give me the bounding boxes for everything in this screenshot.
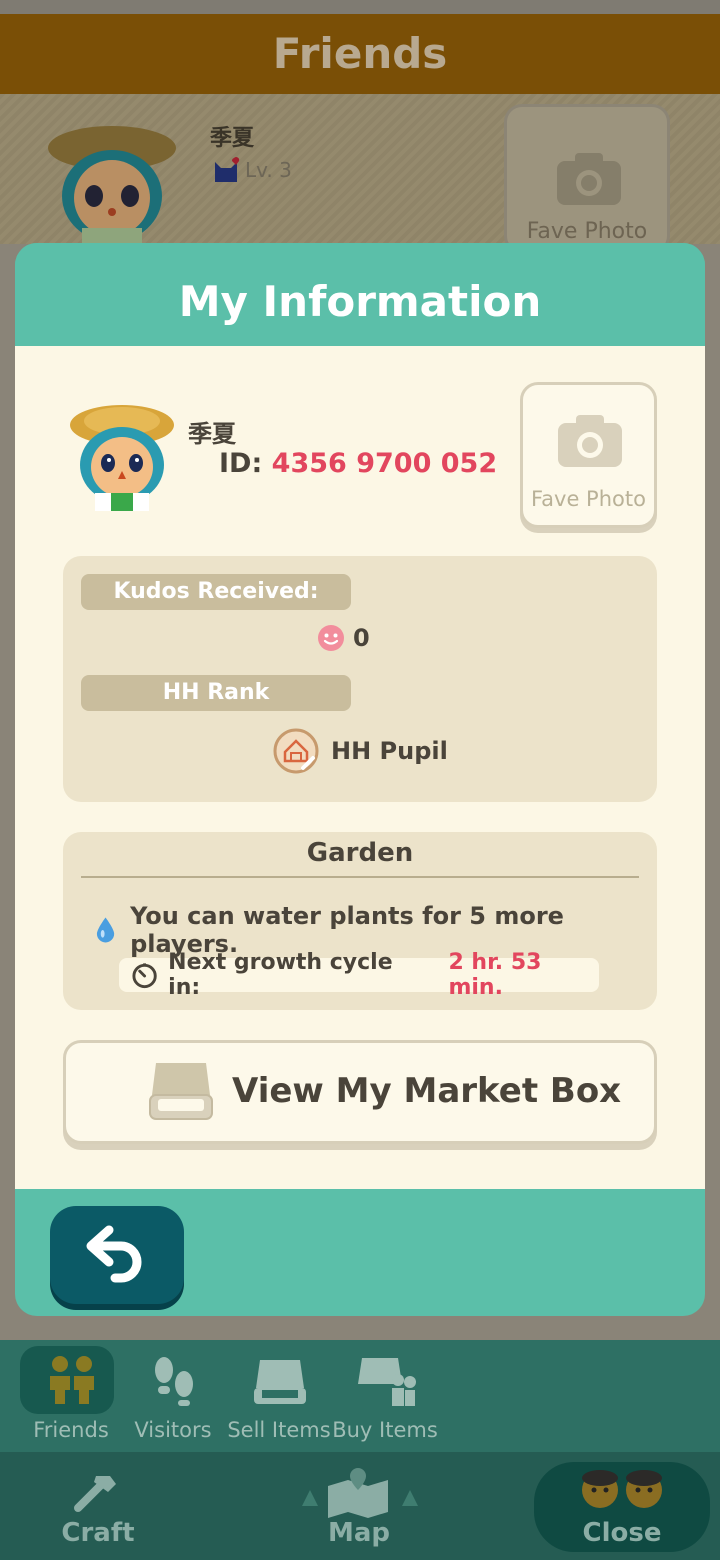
- back-arrow-icon: [86, 1225, 142, 1283]
- hh-rank-row: HH Pupil: [273, 728, 448, 774]
- main-navigation: Craft Map Close: [0, 1452, 720, 1560]
- hh-rank-value: HH Pupil: [331, 737, 448, 765]
- player-avatar: [67, 401, 177, 515]
- nav-close-label: Close: [582, 1518, 662, 1548]
- garden-panel: Garden You can water plants for 5 more p…: [63, 832, 657, 1010]
- player-id-label: ID:: [219, 448, 263, 479]
- nav-map[interactable]: Map: [294, 1452, 424, 1560]
- friends-header-title: Friends: [0, 14, 720, 94]
- my-information-dialog: My Information 季夏 ID: 4356 9700 052 Fave…: [15, 243, 705, 1316]
- player-id: ID: 4356 9700 052: [219, 448, 497, 479]
- water-drop-icon: [96, 917, 115, 943]
- subnav-buy-items[interactable]: Buy Items: [330, 1340, 440, 1452]
- subnav-visitors[interactable]: Visitors: [118, 1340, 228, 1452]
- nav-map-label: Map: [327, 1518, 391, 1548]
- background-player-name: 季夏: [210, 126, 255, 151]
- kudos-received-label: Kudos Received:: [81, 574, 351, 610]
- growth-cycle-time: 2 hr. 53 min.: [448, 950, 542, 1000]
- back-button[interactable]: [50, 1206, 184, 1304]
- camera-icon: [558, 415, 622, 467]
- friends-icon: [50, 1356, 94, 1404]
- hammer-icon: [74, 1476, 116, 1512]
- subnav-friends[interactable]: Friends: [16, 1340, 126, 1452]
- cat-level-icon: [212, 156, 240, 188]
- player-name: 季夏: [188, 420, 236, 448]
- kudos-smiley-icon: [318, 625, 344, 651]
- market-box-icon: [254, 1360, 306, 1404]
- subnav-buy-items-label: Buy Items: [332, 1418, 438, 1442]
- garden-title: Garden: [306, 838, 414, 868]
- subnav-sell-items-label: Sell Items: [227, 1418, 331, 1442]
- background-player-level: Lv. 3: [245, 158, 292, 182]
- hh-rank-label: HH Rank: [81, 675, 351, 711]
- timer-icon: [132, 963, 157, 989]
- growth-cycle-label: Next growth cycle in:: [168, 950, 393, 1000]
- status-strip: [0, 0, 720, 14]
- fave-photo-label: Fave Photo: [531, 487, 646, 511]
- nav-craft[interactable]: Craft: [48, 1452, 148, 1560]
- footprints-icon: [155, 1357, 193, 1406]
- kudos-row: 0: [317, 624, 370, 652]
- subnav-visitors-label: Visitors: [134, 1418, 212, 1442]
- subnav-sell-items[interactable]: Sell Items: [224, 1340, 334, 1452]
- growth-cycle-row: Next growth cycle in: 2 hr. 53 min.: [119, 950, 599, 1000]
- fave-photo-button[interactable]: Fave Photo: [520, 382, 657, 528]
- sub-navigation: Friends Visitors Sell Items Buy Items: [0, 1340, 720, 1452]
- view-market-box-button[interactable]: View My Market Box: [63, 1040, 657, 1144]
- market-box-icon: [149, 1063, 213, 1120]
- map-icon: [302, 1468, 418, 1518]
- background-avatar: [42, 118, 182, 252]
- view-market-box-label: View My Market Box: [232, 1071, 622, 1111]
- stats-panel: Kudos Received: 0 HH Rank HH Pupil: [63, 556, 657, 802]
- dialog-title: My Information: [15, 243, 705, 346]
- background-fave-photo-label: Fave Photo: [526, 219, 648, 244]
- subnav-friends-label: Friends: [33, 1418, 109, 1442]
- background-fave-photo: Fave Photo: [504, 104, 670, 254]
- nav-close[interactable]: Close: [534, 1462, 710, 1552]
- player-id-value: 4356 9700 052: [271, 448, 498, 479]
- nav-craft-label: Craft: [61, 1518, 135, 1548]
- garden-divider: [81, 876, 639, 878]
- dialog-body: 季夏 ID: 4356 9700 052 Fave Photo Kudos Re…: [15, 346, 705, 1189]
- villagers-icon: [582, 1470, 662, 1508]
- kudos-value: 0: [353, 624, 370, 652]
- hh-rank-badge-icon: [273, 728, 319, 774]
- buy-items-icon: [358, 1358, 416, 1406]
